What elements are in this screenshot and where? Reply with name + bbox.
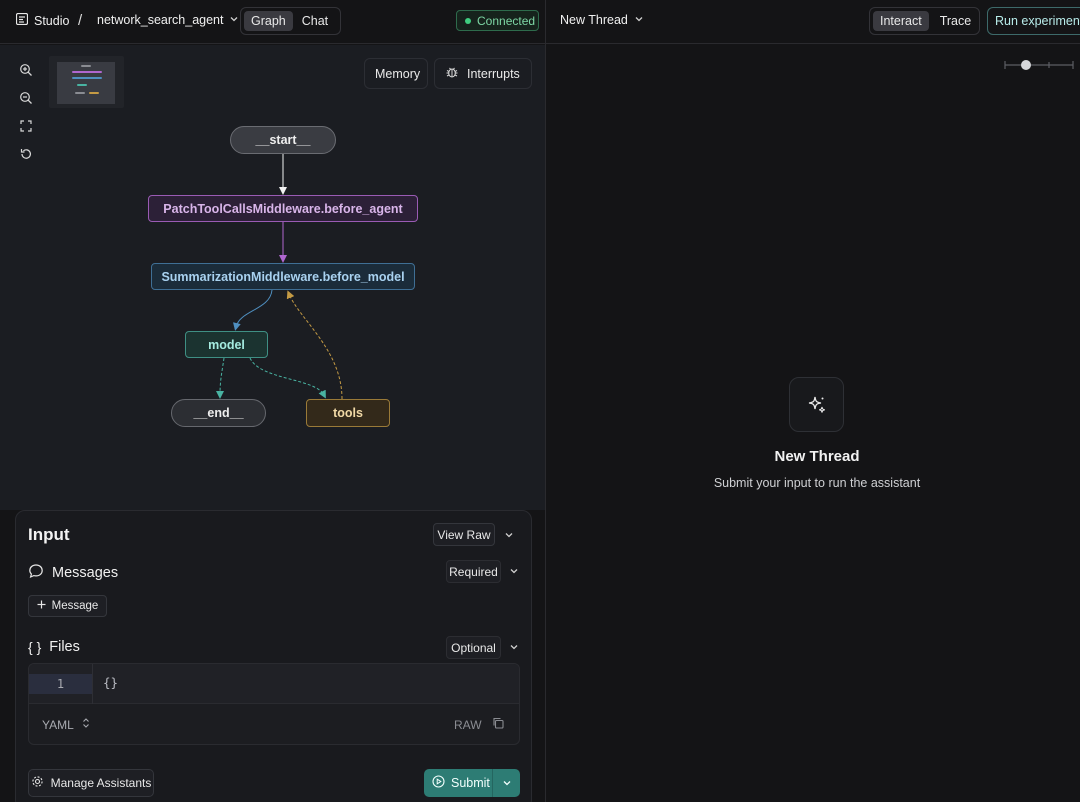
agent-name: network_search_agent [97,13,224,27]
node-summarization[interactable]: SummarizationMiddleware.before_model [151,263,415,290]
breadcrumb-separator: / [78,12,83,29]
add-message-button[interactable]: Message [28,595,107,617]
add-message-label: Message [51,600,99,612]
chevron-down-icon [634,13,644,27]
agent-selector[interactable]: network_search_agent [97,13,239,27]
zoom-toolbar [14,58,38,170]
manage-assistants-label: Manage Assistants [50,776,152,790]
plus-icon [37,600,46,612]
node-patch-tool-calls[interactable]: PatchToolCallsMiddleware.before_agent [148,195,418,222]
graph-minimap[interactable] [49,56,124,108]
files-label: Files [49,639,80,655]
view-raw-button[interactable]: View Raw [433,523,495,546]
node-model[interactable]: model [185,331,268,358]
submit-button-group: Submit [424,769,520,797]
tab-interact[interactable]: Interact [873,11,929,31]
messages-required-badge: Required [446,560,501,583]
chat-bubble-icon [28,563,44,583]
copy-icon[interactable] [492,717,504,732]
node-start[interactable]: __start__ [230,126,336,154]
empty-thread-subtitle: Submit your input to run the assistant [713,476,921,490]
panel-divider [545,0,546,802]
memory-button[interactable]: Memory [364,58,428,89]
fit-view-icon[interactable] [14,114,38,138]
play-circle-icon [432,775,445,791]
messages-label: Messages [52,565,119,581]
thread-name: New Thread [560,13,628,27]
connection-status-badge: Connected [456,10,539,31]
files-code-editor[interactable]: 1 {} YAML RAW [28,663,520,745]
node-tools[interactable]: tools [306,399,390,427]
format-label: YAML [42,717,74,732]
submit-button[interactable]: Submit [424,769,492,797]
files-optional-badge: Optional [446,636,501,659]
zoom-out-icon[interactable] [14,86,38,110]
files-section-label: { } Files [28,639,80,655]
status-dot-icon [465,17,471,24]
format-selector[interactable]: YAML [42,717,90,732]
editor-content[interactable]: {} [103,675,118,690]
studio-logo-icon [15,12,29,28]
minimap-viewport [57,62,115,104]
zoom-in-icon[interactable] [14,58,38,82]
app-name: Studio [34,13,70,28]
memory-label: Memory [375,66,421,81]
raw-toggle[interactable]: RAW [454,717,504,732]
interrupts-button[interactable]: Interrupts [434,58,532,89]
tab-chat[interactable]: Chat [295,11,335,31]
node-end[interactable]: __end__ [171,399,266,427]
editor-footer: YAML RAW [29,704,519,744]
view-tabs: Graph Chat [240,7,341,35]
input-title: Input [28,525,70,544]
run-experiment-button[interactable]: Run experiment [987,7,1080,35]
zoom-slider[interactable] [1004,58,1074,72]
editor-line: 1 {} [29,664,519,704]
chevron-down-icon[interactable] [506,639,522,655]
line-number: 1 [29,674,92,694]
interrupts-label: Interrupts [467,66,520,81]
input-panel: Input View Raw Messages Required Message… [15,510,532,802]
sparkles-icon [789,377,844,432]
manage-assistants-button[interactable]: Manage Assistants [28,769,154,797]
empty-thread-title: New Thread [774,448,860,465]
messages-section-label: Messages [28,563,118,583]
submit-options-button[interactable] [492,769,520,797]
chevron-up-down-icon [82,717,90,732]
raw-label: RAW [454,717,482,732]
reset-view-icon[interactable] [14,142,38,166]
tab-graph[interactable]: Graph [244,11,293,31]
status-text: Connected [477,13,536,28]
studio-home-link[interactable]: Studio [15,12,70,28]
chevron-down-icon [229,13,239,27]
mode-tabs: Interact Trace [869,7,980,35]
chevron-down-icon [502,776,512,791]
braces-icon: { } [28,639,42,655]
thread-selector[interactable]: New Thread [560,13,644,27]
gear-icon [31,775,44,791]
tab-trace[interactable]: Trace [933,11,979,31]
chevron-down-icon[interactable] [500,526,518,544]
bug-icon [445,65,459,82]
submit-label: Submit [451,776,490,790]
top-bar: Studio / network_search_agent Graph Chat… [0,0,1080,44]
chevron-down-icon[interactable] [506,563,522,579]
